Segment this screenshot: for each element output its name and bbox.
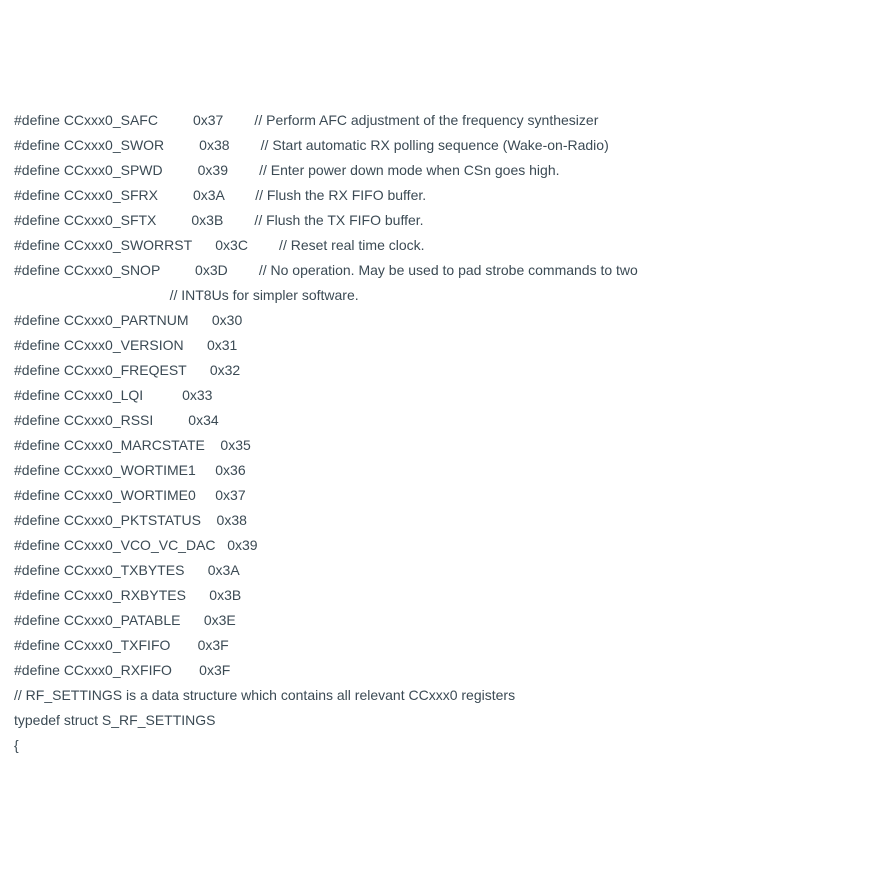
code-line: #define CCxxx0_RXFIFO 0x3F [14,662,230,678]
code-line: #define CCxxx0_VCO_VC_DAC 0x39 [14,537,258,553]
code-line: #define CCxxx0_SFTX 0x3B // Flush the TX… [14,212,424,228]
code-line: #define CCxxx0_MARCSTATE 0x35 [14,437,251,453]
code-line: #define CCxxx0_WORTIME1 0x36 [14,462,246,478]
code-line: #define CCxxx0_TXFIFO 0x3F [14,637,229,653]
code-line: #define CCxxx0_RXBYTES 0x3B [14,587,241,603]
code-line: #define CCxxx0_PKTSTATUS 0x38 [14,512,247,528]
code-line: #define CCxxx0_PARTNUM 0x30 [14,312,242,328]
code-line: #define CCxxx0_PATABLE 0x3E [14,612,236,628]
code-line: #define CCxxx0_LQI 0x33 [14,387,212,403]
code-line: #define CCxxx0_SWOR 0x38 // Start automa… [14,137,609,153]
code-line: #define CCxxx0_SWORRST 0x3C // Reset rea… [14,237,425,253]
code-block: #define CCxxx0_SAFC 0x37 // Perform AFC … [14,108,876,758]
code-line: // RF_SETTINGS is a data structure which… [14,687,515,703]
code-line: #define CCxxx0_SAFC 0x37 // Perform AFC … [14,112,598,128]
code-line: typedef struct S_RF_SETTINGS [14,712,216,728]
code-line: #define CCxxx0_SFRX 0x3A // Flush the RX… [14,187,426,203]
code-line: #define CCxxx0_SPWD 0x39 // Enter power … [14,162,560,178]
code-line: #define CCxxx0_SNOP 0x3D // No operation… [14,262,638,278]
code-line: #define CCxxx0_TXBYTES 0x3A [14,562,240,578]
code-line: #define CCxxx0_RSSI 0x34 [14,412,219,428]
code-line: // INT8Us for simpler software. [14,287,359,303]
code-line: #define CCxxx0_WORTIME0 0x37 [14,487,246,503]
code-line: #define CCxxx0_VERSION 0x31 [14,337,237,353]
code-line: #define CCxxx0_FREQEST 0x32 [14,362,240,378]
code-line: { [14,737,19,753]
